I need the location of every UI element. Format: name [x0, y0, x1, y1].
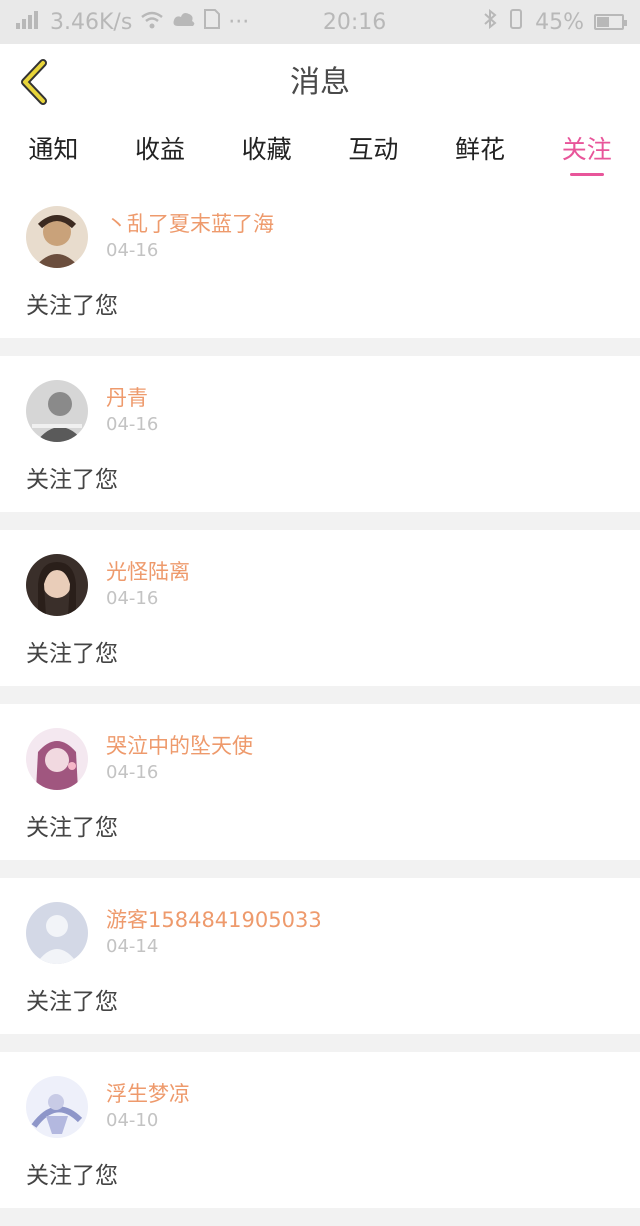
avatar[interactable]	[26, 206, 88, 268]
chevron-left-icon	[17, 59, 51, 109]
username[interactable]: 丶乱了夏末蓝了海	[106, 208, 274, 238]
signal-icon	[16, 9, 42, 35]
notification-item[interactable]: 光怪陆离 04-16 关注了您	[0, 530, 640, 686]
notification-item[interactable]: 游客1584841905033 04-14 关注了您	[0, 878, 640, 1034]
status-bar: 3.46K/s ··· 20:16 45%	[0, 0, 640, 44]
message-text: 关注了您	[26, 989, 118, 1015]
status-right: 45%	[483, 8, 627, 35]
battery-icon	[594, 14, 627, 30]
tab-favorites[interactable]: 收藏	[213, 122, 320, 182]
date: 04-16	[106, 240, 159, 261]
date: 04-14	[106, 936, 159, 957]
tab-flowers[interactable]: 鲜花	[427, 122, 534, 182]
page-title: 消息	[290, 65, 350, 100]
notification-item[interactable]: 丶乱了夏末蓝了海 04-16 关注了您	[0, 182, 640, 338]
vibrate-icon	[507, 9, 525, 35]
status-time: 20:16	[322, 9, 387, 35]
wifi-icon	[140, 10, 164, 35]
back-button[interactable]	[14, 59, 54, 109]
notification-list: 丶乱了夏末蓝了海 04-16 关注了您 丹青 04-16 关注了您 光怪陆离 0…	[0, 182, 640, 1226]
message-text: 关注了您	[26, 467, 118, 493]
message-text: 关注了您	[26, 1163, 118, 1189]
avatar[interactable]	[26, 902, 88, 964]
notification-item[interactable]: 丹青 04-16 关注了您	[0, 356, 640, 512]
username[interactable]: 光怪陆离	[106, 556, 190, 586]
date: 04-16	[106, 588, 159, 609]
nav-bar: 消息	[0, 44, 640, 123]
sim-icon	[204, 9, 221, 35]
tab-bar: 通知 收益 收藏 互动 鲜花 关注	[0, 122, 640, 182]
date: 04-16	[106, 414, 159, 435]
notification-item[interactable]: 哭泣中的坠天使 04-16 关注了您	[0, 704, 640, 860]
tab-following[interactable]: 关注	[533, 122, 640, 182]
avatar[interactable]	[26, 380, 88, 442]
network-speed: 3.46K/s	[50, 9, 133, 35]
message-text: 关注了您	[26, 815, 118, 841]
tab-notice[interactable]: 通知	[0, 122, 107, 182]
notification-item[interactable]: 浮生梦凉 04-10 关注了您	[0, 1052, 640, 1208]
date: 04-10	[106, 1110, 159, 1131]
date: 04-16	[106, 762, 159, 783]
cloud-icon	[172, 10, 196, 35]
username[interactable]: 哭泣中的坠天使	[106, 730, 253, 760]
message-text: 关注了您	[26, 293, 118, 319]
bluetooth-icon	[483, 8, 497, 35]
tab-interaction[interactable]: 互动	[320, 122, 427, 182]
username[interactable]: 浮生梦凉	[106, 1078, 190, 1108]
battery-percent: 45%	[535, 9, 584, 35]
avatar[interactable]	[26, 554, 88, 616]
avatar[interactable]	[26, 728, 88, 790]
message-text: 关注了您	[26, 641, 118, 667]
avatar[interactable]	[26, 1076, 88, 1138]
username[interactable]: 游客1584841905033	[106, 904, 322, 934]
username[interactable]: 丹青	[106, 382, 148, 412]
tab-earnings[interactable]: 收益	[107, 122, 214, 182]
